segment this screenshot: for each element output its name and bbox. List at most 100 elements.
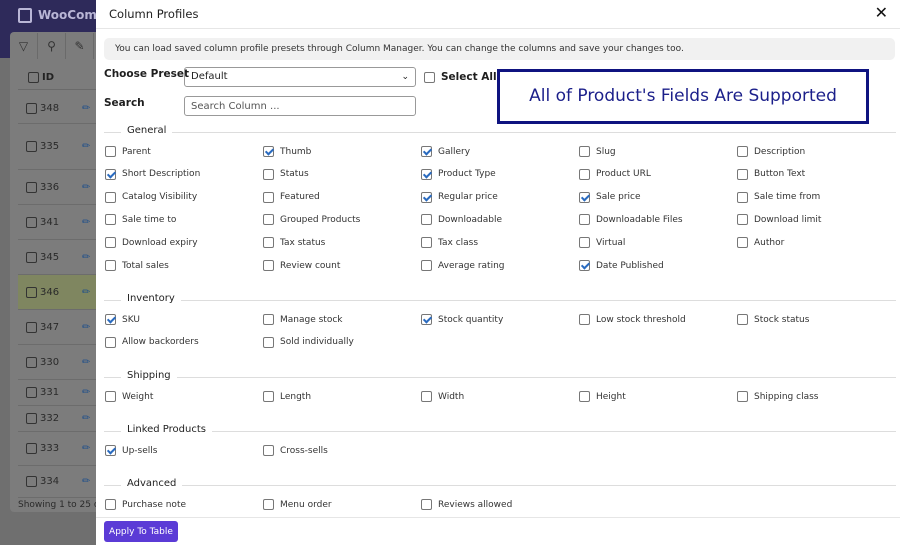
column-checkbox-allow-backorders[interactable]: Allow backorders: [105, 336, 199, 348]
checkbox[interactable]: [737, 314, 748, 325]
column-checkbox-slug[interactable]: Slug: [579, 146, 616, 157]
edit-pencil-icon[interactable]: ✏: [82, 170, 90, 205]
checkbox[interactable]: [579, 191, 590, 203]
column-checkbox-height[interactable]: Height: [579, 391, 626, 402]
row-checkbox[interactable]: [26, 216, 37, 228]
column-checkbox-sale-time-to[interactable]: Sale time to: [105, 214, 176, 226]
checkbox[interactable]: [263, 260, 274, 271]
column-checkbox-featured[interactable]: Featured: [263, 191, 320, 203]
checkbox[interactable]: [737, 146, 748, 157]
column-checkbox-status[interactable]: Status: [263, 168, 309, 180]
checkbox[interactable]: [421, 260, 432, 271]
checkbox[interactable]: [263, 336, 274, 348]
column-checkbox-download-expiry[interactable]: Download expiry: [105, 237, 198, 249]
column-checkbox-thumb[interactable]: Thumb: [263, 146, 311, 157]
column-checkbox-manage-stock[interactable]: Manage stock: [263, 314, 343, 325]
column-checkbox-regular-price[interactable]: Regular price: [421, 191, 498, 203]
checkbox[interactable]: [105, 168, 116, 180]
checkbox[interactable]: [421, 499, 432, 510]
row-checkbox[interactable]: [26, 475, 37, 487]
checkbox[interactable]: [263, 168, 274, 180]
checkbox[interactable]: [263, 499, 274, 510]
checkbox[interactable]: [263, 314, 274, 325]
checkbox[interactable]: [105, 214, 116, 226]
checkbox[interactable]: [579, 391, 590, 402]
edit-pencil-icon[interactable]: ✏: [82, 432, 90, 466]
checkbox[interactable]: [737, 214, 748, 226]
column-checkbox-tax-status[interactable]: Tax status: [263, 237, 325, 249]
edit-pencil-icon[interactable]: ✏: [82, 93, 90, 124]
row-checkbox[interactable]: [26, 181, 37, 193]
checkbox[interactable]: [421, 191, 432, 203]
checkbox[interactable]: [421, 146, 432, 157]
checkbox[interactable]: [105, 191, 116, 203]
checkbox[interactable]: [105, 260, 116, 271]
checkbox[interactable]: [263, 191, 274, 203]
column-checkbox-virtual[interactable]: Virtual: [579, 237, 625, 249]
checkbox[interactable]: [263, 445, 274, 456]
column-checkbox-gallery[interactable]: Gallery: [421, 146, 470, 157]
row-checkbox[interactable]: [26, 356, 37, 368]
column-checkbox-parent[interactable]: Parent: [105, 146, 151, 157]
column-checkbox-date-published[interactable]: Date Published: [579, 260, 664, 271]
checkbox[interactable]: [263, 391, 274, 402]
column-checkbox-purchase-note[interactable]: Purchase note: [105, 499, 186, 510]
preset-select[interactable]: Default ⌄: [184, 67, 416, 87]
column-checkbox-sale-time-from[interactable]: Sale time from: [737, 191, 820, 203]
table-row[interactable]: 333 ✏: [18, 432, 96, 466]
table-row[interactable]: 348 ✏: [18, 93, 96, 124]
row-checkbox[interactable]: [26, 286, 37, 298]
row-checkbox[interactable]: [26, 251, 37, 263]
table-row[interactable]: 347 ✏: [18, 310, 96, 345]
checkbox[interactable]: [737, 237, 748, 249]
table-row[interactable]: 336 ✏: [18, 170, 96, 205]
column-checkbox-downloadable[interactable]: Downloadable: [421, 214, 502, 226]
edit-icon[interactable]: ✎: [66, 33, 94, 59]
column-checkbox-author[interactable]: Author: [737, 237, 784, 249]
checkbox[interactable]: [105, 237, 116, 249]
checkbox[interactable]: [579, 260, 590, 271]
table-row[interactable]: 345 ✏: [18, 240, 96, 275]
checkbox[interactable]: [105, 445, 116, 456]
table-row[interactable]: 330 ✏: [18, 345, 96, 380]
edit-pencil-icon[interactable]: ✏: [82, 240, 90, 275]
checkbox[interactable]: [105, 391, 116, 402]
column-checkbox-stock-status[interactable]: Stock status: [737, 314, 809, 325]
checkbox[interactable]: [579, 146, 590, 157]
checkbox[interactable]: [737, 391, 748, 402]
table-row[interactable]: 346 ✏: [18, 275, 96, 310]
column-checkbox-product-type[interactable]: Product Type: [421, 168, 496, 180]
row-checkbox[interactable]: [26, 140, 37, 152]
column-checkbox-weight[interactable]: Weight: [105, 391, 153, 402]
table-row[interactable]: 332 ✏: [18, 406, 96, 432]
column-checkbox-sold-individually[interactable]: Sold individually: [263, 336, 354, 348]
checkbox[interactable]: [579, 168, 590, 180]
filter-icon[interactable]: ▽: [10, 33, 38, 59]
column-checkbox-cross-sells[interactable]: Cross-sells: [263, 445, 328, 456]
row-checkbox[interactable]: [26, 321, 37, 333]
column-checkbox-description[interactable]: Description: [737, 146, 805, 157]
edit-pencil-icon[interactable]: ✏: [82, 406, 90, 432]
column-checkbox-catalog-visibility[interactable]: Catalog Visibility: [105, 191, 197, 203]
column-checkbox-reviews-allowed[interactable]: Reviews allowed: [421, 499, 512, 510]
column-checkbox-sku[interactable]: SKU: [105, 314, 140, 325]
column-checkbox-low-stock-threshold[interactable]: Low stock threshold: [579, 314, 686, 325]
column-checkbox-stock-quantity[interactable]: Stock quantity: [421, 314, 503, 325]
column-checkbox-total-sales[interactable]: Total sales: [105, 260, 169, 271]
checkbox[interactable]: [263, 146, 274, 157]
apply-to-table-button[interactable]: Apply To Table: [104, 521, 178, 542]
checkbox[interactable]: [421, 314, 432, 325]
column-checkbox-average-rating[interactable]: Average rating: [421, 260, 504, 271]
checkbox[interactable]: [263, 214, 274, 226]
column-checkbox-product-url[interactable]: Product URL: [579, 168, 651, 180]
checkbox[interactable]: [424, 71, 435, 83]
column-checkbox-shipping-class[interactable]: Shipping class: [737, 391, 818, 402]
row-checkbox[interactable]: [26, 412, 37, 424]
checkbox[interactable]: [579, 214, 590, 226]
edit-pencil-icon[interactable]: ✏: [82, 124, 90, 170]
table-row[interactable]: 335 ✏: [18, 124, 96, 170]
edit-pencil-icon[interactable]: ✏: [82, 345, 90, 380]
checkbox[interactable]: [579, 237, 590, 249]
edit-pencil-icon[interactable]: ✏: [82, 466, 90, 498]
column-checkbox-sale-price[interactable]: Sale price: [579, 191, 641, 203]
